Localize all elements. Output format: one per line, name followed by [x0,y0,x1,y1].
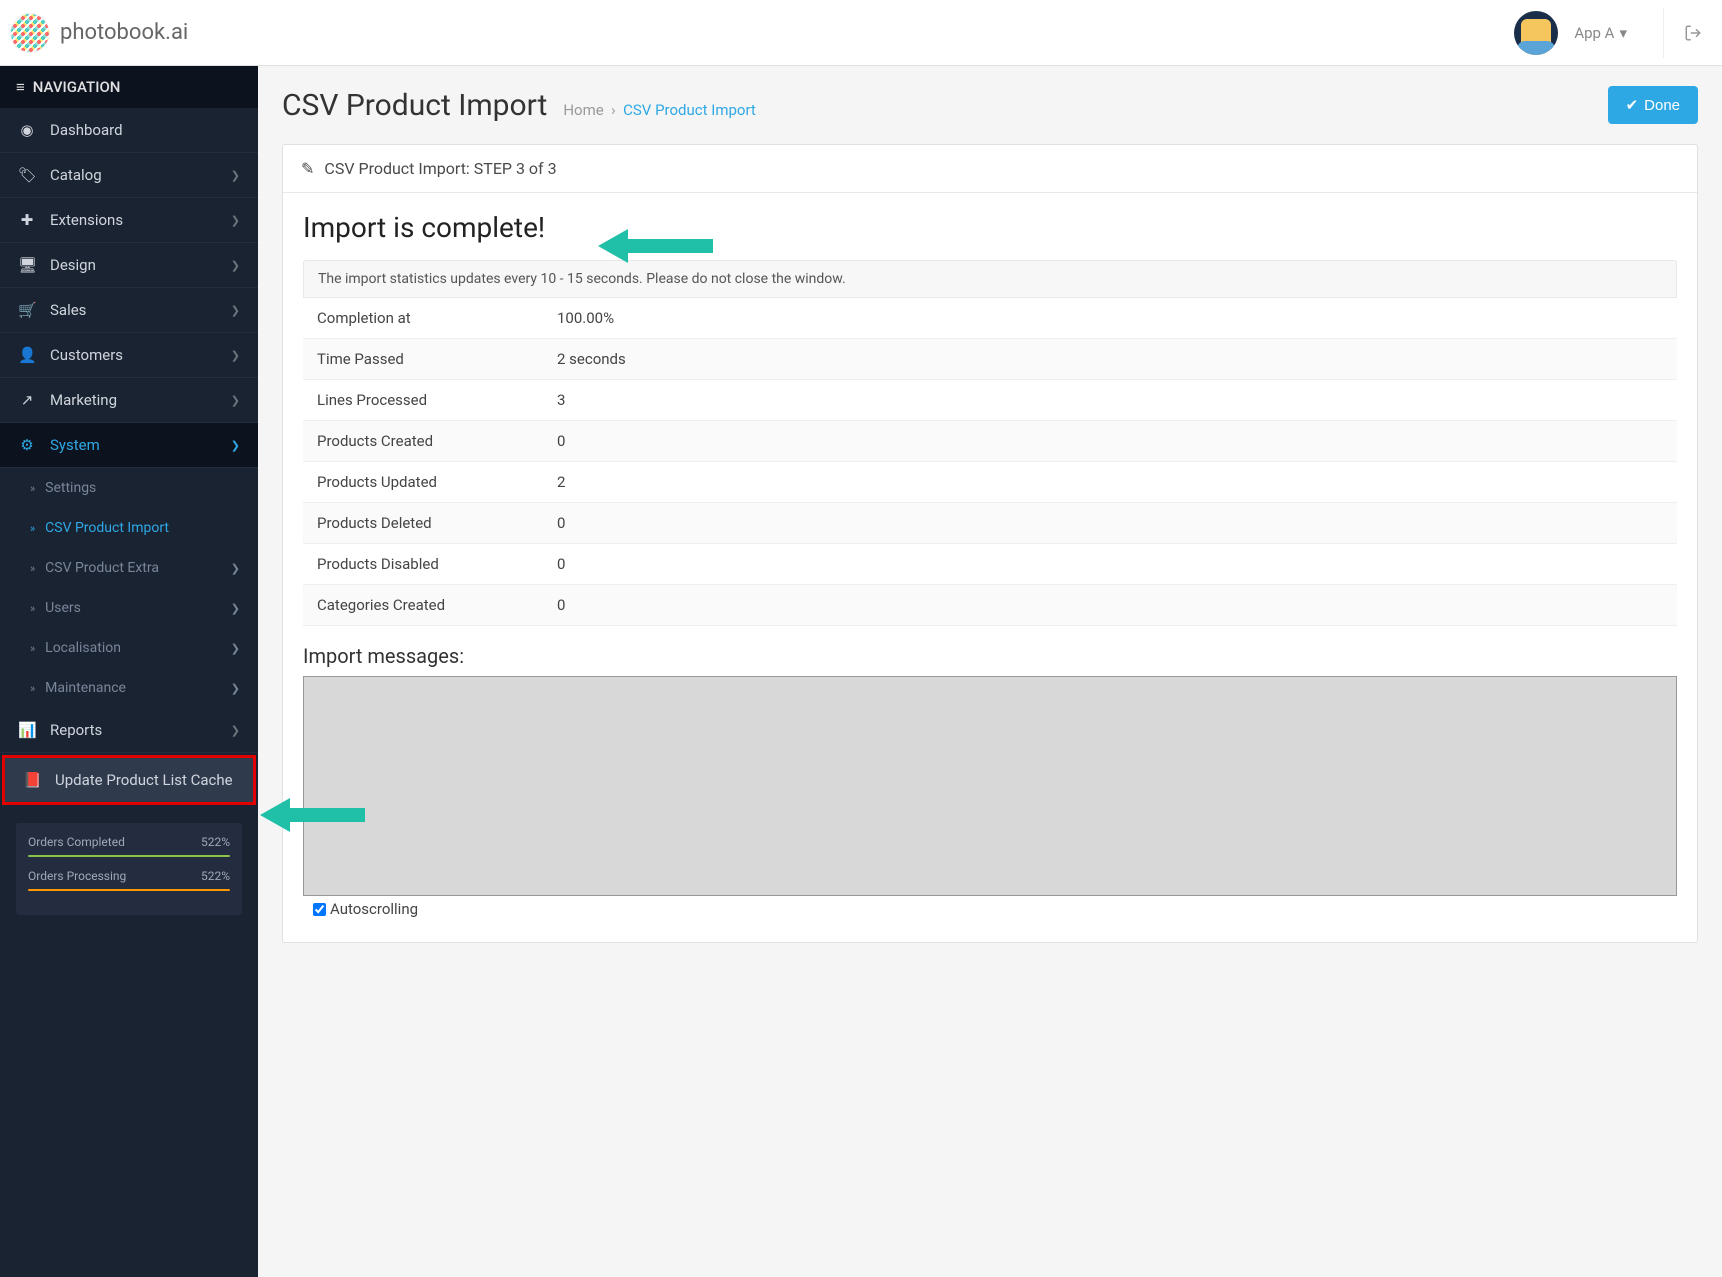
sidebar-item-dashboard[interactable]: ◉ Dashboard [0,108,258,153]
table-row: Products Created0 [303,421,1677,462]
info-banner: The import statistics updates every 10 -… [303,260,1677,298]
pencil-icon: ✎ [301,159,314,178]
chevron-right-icon: ❯ [231,349,240,362]
sidebar-item-marketing[interactable]: ↗ Marketing ❯ [0,378,258,423]
stats-table: Completion at100.00% Time Passed2 second… [303,298,1677,626]
desktop-icon: 🖥 [18,256,36,274]
dashboard-icon: ◉ [18,121,36,139]
nav-header: ≡ NAVIGATION [0,66,258,108]
chevron-right-icon: ❯ [231,214,240,227]
chevron-right-icon: ❯ [231,724,240,737]
sidebar-sub-csv-import[interactable]: » CSV Product Import [0,508,258,548]
table-row: Products Disabled0 [303,544,1677,585]
sidebar-item-catalog[interactable]: 🏷 Catalog ❯ [0,153,258,198]
gear-icon: ⚙ [18,436,36,454]
sidebar-item-update-cache[interactable]: 📕 Update Product List Cache [2,755,256,805]
stat-row: Orders Processing 522% [28,869,230,883]
double-chevron-icon: » [30,482,35,495]
check-circle-icon: ✔ [1626,96,1639,114]
breadcrumb-home[interactable]: Home [563,101,603,119]
sidebar-item-sales[interactable]: 🛒 Sales ❯ [0,288,258,333]
double-chevron-icon: » [30,602,35,615]
import-panel: ✎ CSV Product Import: STEP 3 of 3 Import… [282,144,1698,943]
sidebar-sub-users[interactable]: » Users ❯ [0,588,258,628]
sidebar-sub-csv-extra[interactable]: » CSV Product Extra ❯ [0,548,258,588]
panel-header: ✎ CSV Product Import: STEP 3 of 3 [283,145,1697,193]
chevron-right-icon: ❯ [231,169,240,182]
user-name: App A [1574,24,1614,42]
autoscroll-label[interactable]: Autoscrolling [303,900,1677,918]
user-icon: 👤 [18,346,36,364]
hamburger-icon: ≡ [16,78,25,96]
complete-heading: Import is complete! [303,211,1677,244]
chevron-right-icon: ❯ [231,682,240,695]
chevron-right-icon: ❯ [231,439,240,452]
page-title: CSV Product Import [282,88,547,123]
sidebar-item-design[interactable]: 🖥 Design ❯ [0,243,258,288]
double-chevron-icon: » [30,562,35,575]
sidebar-item-extensions[interactable]: ✚ Extensions ❯ [0,198,258,243]
sidebar-sub-settings[interactable]: » Settings [0,468,258,508]
double-chevron-icon: » [30,682,35,695]
done-button[interactable]: ✔ Done [1608,86,1698,124]
chevron-right-icon: ❯ [231,304,240,317]
chevron-right-icon: ❯ [231,642,240,655]
stat-row: Orders Completed 522% [28,835,230,849]
double-chevron-icon: » [30,522,35,535]
table-row: Time Passed2 seconds [303,339,1677,380]
arrow-annotation [260,790,370,840]
avatar[interactable] [1514,11,1558,55]
sidebar-stats: Orders Completed 522% Orders Processing … [16,823,242,915]
sidebar-item-customers[interactable]: 👤 Customers ❯ [0,333,258,378]
messages-box[interactable] [303,676,1677,896]
sidebar-item-system[interactable]: ⚙ System ❯ [0,423,258,468]
share-icon: ↗ [18,391,36,409]
table-row: Categories Created0 [303,585,1677,626]
topbar: photobook.ai App A ▾ [0,0,1722,66]
messages-heading: Import messages: [303,644,1677,668]
table-row: Lines Processed3 [303,380,1677,421]
sidebar: ≡ NAVIGATION ◉ Dashboard 🏷 Catalog ❯ ✚ E… [0,66,258,1277]
table-row: Products Updated2 [303,462,1677,503]
autoscroll-checkbox[interactable] [313,903,326,916]
content: CSV Product Import Home › CSV Product Im… [258,66,1722,1277]
double-chevron-icon: » [30,642,35,655]
brand-logo[interactable]: photobook.ai [10,13,188,53]
sidebar-item-reports[interactable]: 📊 Reports ❯ [0,708,258,753]
breadcrumb: Home › CSV Product Import [563,101,755,119]
book-icon: 📕 [23,771,41,789]
cart-icon: 🛒 [18,301,36,319]
tag-icon: 🏷 [18,166,36,184]
chevron-right-icon: ❯ [231,602,240,615]
sidebar-sub-localisation[interactable]: » Localisation ❯ [0,628,258,668]
sidebar-sub-maintenance[interactable]: » Maintenance ❯ [0,668,258,708]
chevron-right-icon: ❯ [231,394,240,407]
chevron-right-icon: ❯ [231,562,240,575]
puzzle-icon: ✚ [18,211,36,229]
brand-text: photobook.ai [60,20,188,45]
table-row: Completion at100.00% [303,298,1677,339]
table-row: Products Deleted0 [303,503,1677,544]
arrow-annotation [598,221,718,271]
chart-icon: 📊 [18,721,36,739]
caret-down-icon: ▾ [1619,24,1627,42]
breadcrumb-current[interactable]: CSV Product Import [623,101,756,119]
brand-icon [10,13,50,53]
user-dropdown[interactable]: App A ▾ [1574,24,1627,42]
logout-icon[interactable] [1663,8,1702,58]
chevron-right-icon: ❯ [231,259,240,272]
